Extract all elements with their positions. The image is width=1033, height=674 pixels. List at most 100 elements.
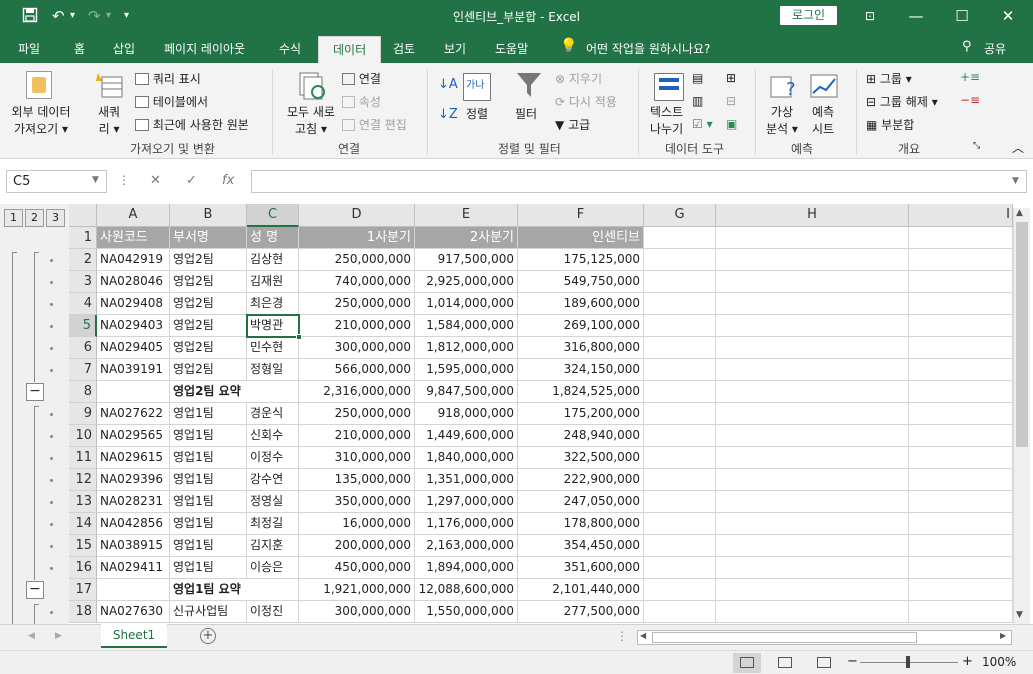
select-all-corner[interactable] xyxy=(69,204,97,227)
empty-cell[interactable] xyxy=(644,337,716,359)
outline-level-2-button[interactable]: 2 xyxy=(25,209,44,227)
flash-fill-icon[interactable]: ▤ xyxy=(692,71,703,85)
next-sheet-icon[interactable]: ▶ xyxy=(55,631,62,641)
table-cell[interactable]: 영업1팀 xyxy=(170,469,247,491)
table-cell[interactable]: 16,000,000 xyxy=(299,513,415,535)
table-cell[interactable]: 322,500,000 xyxy=(518,447,644,469)
empty-cell[interactable] xyxy=(644,557,716,579)
table-cell[interactable]: 178,800,000 xyxy=(518,513,644,535)
empty-cell[interactable] xyxy=(716,447,909,469)
manage-data-model-icon[interactable]: ▣ xyxy=(726,117,737,131)
table-cell[interactable]: 영업2팀 xyxy=(170,249,247,271)
row-header[interactable]: 3 xyxy=(69,271,97,293)
table-cell[interactable]: 250,000,000 xyxy=(299,249,415,271)
zoom-out-icon[interactable]: − xyxy=(847,654,858,669)
table-cell[interactable]: 영업1팀 요약 xyxy=(170,579,247,601)
share-button[interactable]: 공유 xyxy=(984,40,1006,57)
empty-cell[interactable] xyxy=(644,425,716,447)
table-cell[interactable]: 9,847,500,000 xyxy=(415,381,518,403)
prev-sheet-icon[interactable]: ◀ xyxy=(28,631,35,641)
table-cell[interactable]: 영업2팀 xyxy=(170,337,247,359)
empty-cell[interactable] xyxy=(716,381,909,403)
table-cell[interactable]: 918,000,000 xyxy=(415,403,518,425)
table-cell[interactable]: 354,450,000 xyxy=(518,535,644,557)
hide-detail-icon[interactable]: −≡ xyxy=(960,93,980,107)
table-cell[interactable]: 175,125,000 xyxy=(518,249,644,271)
table-cell[interactable]: 12,088,600,000 xyxy=(415,579,518,601)
ribbon-display-icon[interactable]: ⊡ xyxy=(847,0,893,33)
empty-cell[interactable] xyxy=(644,447,716,469)
table-cell[interactable]: 300,000,000 xyxy=(299,601,415,623)
recent-sources-button[interactable]: 최근에 사용한 원본 xyxy=(135,116,249,133)
consolidate-icon[interactable]: ⊞ xyxy=(726,71,736,85)
table-cell[interactable]: 강수연 xyxy=(247,469,299,491)
table-cell[interactable]: 1,014,000,000 xyxy=(415,293,518,315)
column-header-e[interactable]: E xyxy=(415,204,518,227)
table-cell[interactable]: 324,150,000 xyxy=(518,359,644,381)
table-cell[interactable]: 경운식 xyxy=(247,403,299,425)
table-cell[interactable]: 최은경 xyxy=(247,293,299,315)
normal-view-icon[interactable] xyxy=(733,653,761,673)
table-cell[interactable]: 300,000,000 xyxy=(299,337,415,359)
empty-cell[interactable] xyxy=(644,535,716,557)
outline-level-3-button[interactable]: 3 xyxy=(46,209,65,227)
expand-formula-icon[interactable]: ▼ xyxy=(1012,176,1019,186)
empty-cell[interactable] xyxy=(716,315,909,337)
empty-cell[interactable] xyxy=(909,513,1013,535)
empty-cell[interactable] xyxy=(644,359,716,381)
empty-cell[interactable] xyxy=(644,403,716,425)
tell-me-input[interactable]: 어떤 작업을 원하시나요? xyxy=(586,40,710,57)
row-header[interactable]: 5 xyxy=(69,315,97,337)
table-cell[interactable]: 영업1팀 xyxy=(170,403,247,425)
cancel-icon[interactable]: ✕ xyxy=(150,173,161,188)
login-button[interactable]: 로그인 xyxy=(780,6,837,25)
table-cell[interactable]: 영업2팀 요약 xyxy=(170,381,247,403)
table-cell[interactable]: NA029403 xyxy=(97,315,170,337)
table-cell[interactable]: 1,550,000,000 xyxy=(415,601,518,623)
text-to-columns-button[interactable]: 텍스트 나누기 xyxy=(650,103,683,137)
outline-settings-icon[interactable]: ⤡ xyxy=(973,141,980,151)
empty-cell[interactable] xyxy=(716,337,909,359)
collapse-group-button[interactable]: − xyxy=(26,581,44,599)
empty-cell[interactable] xyxy=(644,271,716,293)
table-cell[interactable]: NA038915 xyxy=(97,535,170,557)
empty-cell[interactable] xyxy=(644,491,716,513)
table-cell[interactable]: 1,176,000,000 xyxy=(415,513,518,535)
table-cell[interactable]: 917,500,000 xyxy=(415,249,518,271)
row-header[interactable]: 7 xyxy=(69,359,97,381)
table-cell[interactable]: 영업2팀 xyxy=(170,359,247,381)
column-header-d[interactable]: D xyxy=(299,204,415,227)
edit-links-button[interactable]: 연결 편집 xyxy=(342,116,407,133)
empty-cell[interactable] xyxy=(644,513,716,535)
table-cell[interactable]: NA029615 xyxy=(97,447,170,469)
table-cell[interactable]: 이승은 xyxy=(247,557,299,579)
table-cell[interactable]: 740,000,000 xyxy=(299,271,415,293)
empty-cell[interactable] xyxy=(909,359,1013,381)
empty-cell[interactable] xyxy=(716,227,909,249)
empty-cell[interactable] xyxy=(909,381,1013,403)
show-detail-icon[interactable]: +≡ xyxy=(960,70,980,84)
tab-formulas[interactable]: 수식 xyxy=(279,40,301,57)
forecast-sheet-button[interactable]: 예측 시트 xyxy=(812,103,834,137)
table-cell[interactable]: 566,000,000 xyxy=(299,359,415,381)
table-cell[interactable]: 269,100,000 xyxy=(518,315,644,337)
what-if-analysis-button[interactable]: 가상 분석 ▾ xyxy=(766,103,798,137)
table-cell[interactable]: 영업1팀 xyxy=(170,557,247,579)
table-cell[interactable]: NA042856 xyxy=(97,513,170,535)
table-cell[interactable]: 2,316,000,000 xyxy=(299,381,415,403)
empty-cell[interactable] xyxy=(644,381,716,403)
table-cell[interactable]: 최정길 xyxy=(247,513,299,535)
row-header[interactable]: 11 xyxy=(69,447,97,469)
enter-icon[interactable]: ✓ xyxy=(186,173,197,188)
empty-cell[interactable] xyxy=(644,315,716,337)
empty-cell[interactable] xyxy=(644,293,716,315)
table-cell[interactable]: 영업2팀 xyxy=(170,315,247,337)
table-cell[interactable]: 210,000,000 xyxy=(299,425,415,447)
table-cell[interactable]: 2,101,440,000 xyxy=(518,579,644,601)
reapply-button[interactable]: ⟳ 다시 적용 xyxy=(555,93,617,110)
header-cell[interactable]: 사원코드 xyxy=(97,227,170,249)
table-cell[interactable]: 316,800,000 xyxy=(518,337,644,359)
empty-cell[interactable] xyxy=(716,403,909,425)
table-cell[interactable]: 210,000,000 xyxy=(299,315,415,337)
table-cell[interactable]: 1,297,000,000 xyxy=(415,491,518,513)
